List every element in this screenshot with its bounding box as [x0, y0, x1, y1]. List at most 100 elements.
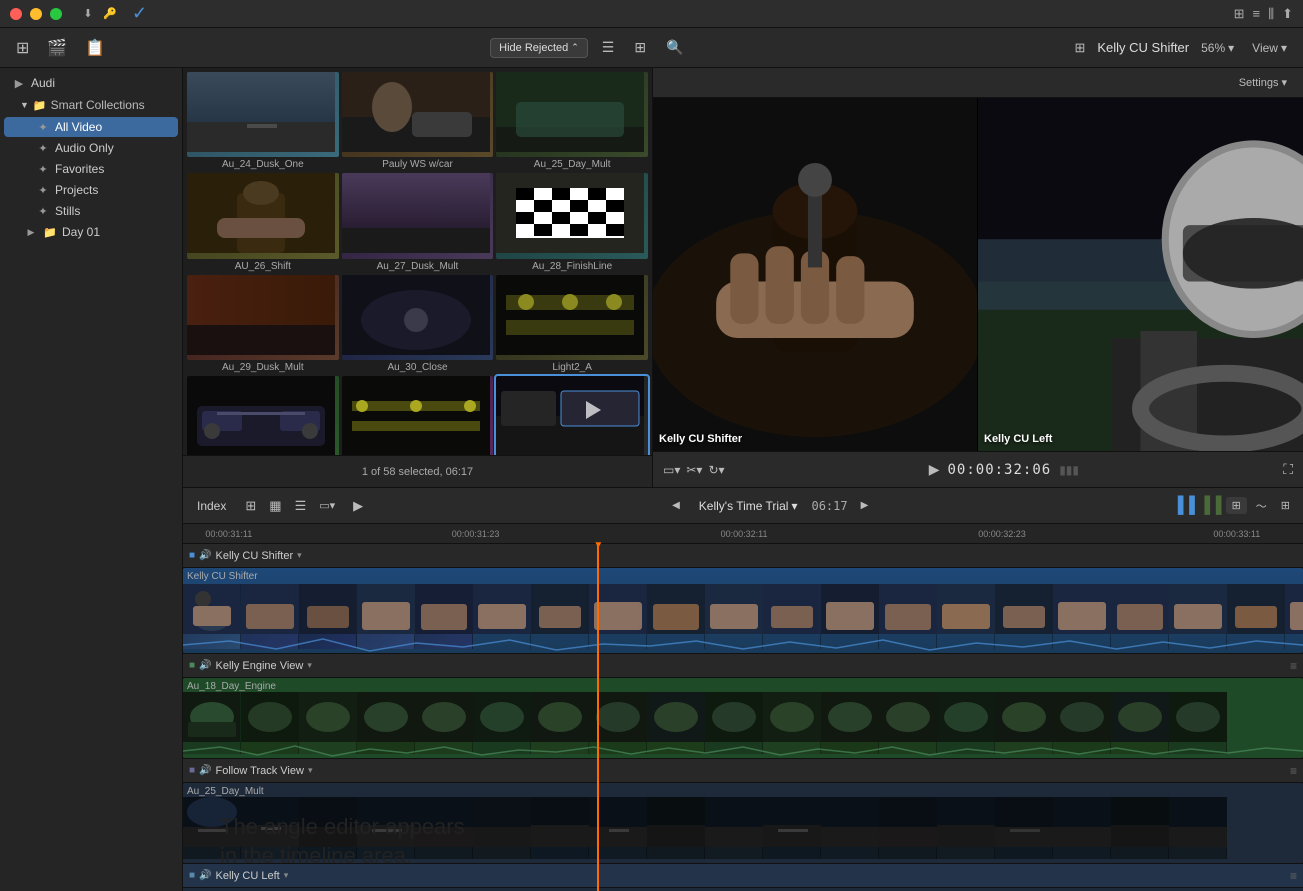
- timeline-settings-btn[interactable]: ⊞: [1276, 497, 1295, 514]
- clip-thumbnail: [187, 72, 339, 157]
- timeline-list-view[interactable]: ☰: [290, 496, 312, 516]
- settings-button[interactable]: Settings ▾: [1233, 73, 1293, 92]
- event-icon[interactable]: 🎬: [41, 35, 73, 61]
- nav-right-button[interactable]: ▶: [856, 498, 874, 513]
- nav-left-button[interactable]: ◀: [667, 498, 685, 513]
- zoom-control[interactable]: 56% ▾: [1195, 38, 1240, 58]
- sidebar-item-audio-only[interactable]: ✦ Audio Only: [4, 138, 178, 158]
- clip-item-clip8[interactable]: Au_30_Close: [342, 275, 494, 373]
- trim-tool[interactable]: ✂▾: [686, 463, 702, 477]
- titlebar: ⬇ 🔑 ✓ ⊞ ≡ ⫼ ⬆: [0, 0, 1303, 28]
- project-icon[interactable]: 📋: [79, 35, 111, 61]
- share-icon[interactable]: ⬆: [1282, 6, 1293, 22]
- timeline-filmstrip-view[interactable]: ▦: [264, 496, 286, 516]
- audio-only-label: Audio Only: [55, 141, 114, 155]
- timecode-display: 00:00:32:06: [947, 462, 1051, 478]
- track1-audio-icon: 🔊: [199, 550, 211, 561]
- track4-menu: ≡: [1290, 869, 1297, 883]
- folder-icon: ▶: [12, 77, 26, 90]
- project-name-button[interactable]: Kelly's Time Trial ▾: [693, 496, 804, 516]
- search-button[interactable]: 🔍: [660, 36, 689, 59]
- annotation-text: The angle editor appears in the timeline…: [220, 812, 465, 871]
- clip-thumbnail: [342, 275, 494, 360]
- clip-item-clip6[interactable]: Au_28_FinishLine: [496, 173, 648, 271]
- sidebar-item-day01[interactable]: ▶ 📁 Day 01: [4, 222, 178, 242]
- audio-waveform-btn[interactable]: 〜: [1251, 496, 1272, 516]
- day01-label: Day 01: [62, 225, 100, 239]
- download-icon[interactable]: ⬇: [80, 6, 96, 22]
- clip-item-clip3[interactable]: Au_25_Day_Mult: [496, 72, 648, 170]
- track4-name: Kelly CU Left: [216, 870, 280, 882]
- clip-thumbnail: [187, 376, 339, 455]
- sidebar-smart-collections[interactable]: ▼ 📁 Smart Collections: [0, 94, 182, 116]
- library-icon[interactable]: ⊞: [10, 35, 35, 61]
- minimize-button[interactable]: [30, 8, 42, 20]
- sidebar-audi-label: Audi: [31, 76, 55, 90]
- main-layout: ▶ Audi ▼ 📁 Smart Collections ✦ All Video…: [0, 68, 1303, 891]
- check-icon: ✓: [132, 3, 147, 24]
- list-view-icon[interactable]: ≡: [1253, 6, 1261, 21]
- ruler-mark-0: 00:00:31:11: [205, 529, 252, 539]
- clip-label: Au_25_Day_Mult: [496, 159, 648, 170]
- timeline-clip-view[interactable]: ⊞: [240, 496, 261, 516]
- fullscreen-button[interactable]: [50, 8, 62, 20]
- stills-icon: ✦: [36, 205, 50, 218]
- track1-clip-area[interactable]: Kelly CU Shifter: [183, 568, 1303, 653]
- track-kelly-cu-shifter: ■ 🔊 Kelly CU Shifter ▾ Kelly CU Shifter: [183, 544, 1303, 654]
- preview: Settings ▾: [653, 68, 1303, 487]
- zoom-in-btn[interactable]: ⊞: [1226, 497, 1247, 514]
- annotation-line2: in the timeline area.: [220, 841, 465, 871]
- clip-item-clip5[interactable]: Au_27_Dusk_Mult: [342, 173, 494, 271]
- clip-item-clip12[interactable]: Kelly's Time Trial: [496, 376, 648, 455]
- clip-label: AU_26_Shift: [187, 261, 339, 272]
- timeline-view-options[interactable]: ▭▾: [314, 497, 340, 514]
- track3-name: Follow Track View: [216, 765, 304, 777]
- clip-item-clip11[interactable]: Lights1_A: [342, 376, 494, 455]
- project-title: Kelly CU Shifter: [1097, 40, 1189, 55]
- track4-color-icon: ■: [189, 870, 195, 881]
- preview-left-panel: Kelly CU Shifter: [653, 98, 978, 451]
- retiming-tool[interactable]: ↻▾: [708, 463, 724, 477]
- clip-item-clip9[interactable]: Light2_A: [496, 275, 648, 373]
- sidebar-item-audi[interactable]: ▶ Audi: [4, 73, 178, 93]
- favorites-icon: ✦: [36, 163, 50, 176]
- preview-viewer[interactable]: Kelly CU Shifter: [653, 98, 1303, 451]
- view-menu-button[interactable]: View ▾: [1246, 38, 1293, 58]
- favorites-label: Favorites: [55, 162, 104, 176]
- clip-item-clip10[interactable]: Lights2_B: [187, 376, 339, 455]
- clip-item-clip1[interactable]: Au_24_Dusk_One: [187, 72, 339, 170]
- track2-header: ■ 🔊 Kelly Engine View ▾ ≡: [183, 654, 1303, 678]
- sidebar-item-stills[interactable]: ✦ Stills: [4, 201, 178, 221]
- play-timeline-button[interactable]: ▶: [348, 496, 368, 516]
- grid-switcher-icon[interactable]: ⊞: [1234, 6, 1245, 22]
- clip-thumbnail: [496, 275, 648, 360]
- play-button[interactable]: ▶: [929, 461, 940, 478]
- grid-view-toggle[interactable]: ⊞: [628, 36, 652, 59]
- clip-view-toggle[interactable]: ▭▾: [663, 463, 680, 477]
- sidebar-item-favorites[interactable]: ✦ Favorites: [4, 159, 178, 179]
- index-button[interactable]: Index: [191, 497, 232, 515]
- grid-layout-button[interactable]: ⊞: [1068, 37, 1091, 59]
- lock-icon[interactable]: 🔑: [102, 6, 118, 22]
- sidebar-item-all-video[interactable]: ✦ All Video: [4, 117, 178, 137]
- clip-thumbnail: [187, 275, 339, 360]
- track2-color-icon: ■: [189, 660, 195, 671]
- clip-item-clip4[interactable]: AU_26_Shift: [187, 173, 339, 271]
- ruler-mark-2: 00:00:32:11: [721, 529, 768, 539]
- column-view-icon[interactable]: ⫼: [1268, 6, 1274, 22]
- preview-settings: Settings ▾: [653, 68, 1303, 98]
- hide-rejected-button[interactable]: Hide Rejected ⌃: [490, 38, 588, 58]
- clip-item-clip2[interactable]: Pauly WS w/car: [342, 72, 494, 170]
- right-preview-label: Kelly CU Left: [984, 433, 1052, 445]
- left-preview-label: Kelly CU Shifter: [659, 433, 742, 445]
- fullscreen-preview-button[interactable]: ⛶: [1283, 461, 1293, 478]
- clip-thumbnail: [342, 72, 494, 157]
- track2-clip-area[interactable]: Au_18_Day_Engine: [183, 678, 1303, 758]
- timeline-timecode: 06:17: [811, 499, 847, 513]
- close-button[interactable]: [10, 8, 22, 20]
- list-view-toggle[interactable]: ☰: [596, 36, 621, 59]
- track-kelly-engine-view: ■ 🔊 Kelly Engine View ▾ ≡ Au_18_Day_Engi…: [183, 654, 1303, 759]
- sidebar-item-projects[interactable]: ✦ Projects: [4, 180, 178, 200]
- clip-item-clip7[interactable]: Au_29_Dusk_Mult: [187, 275, 339, 373]
- ruler-mark-4: 00:00:33:11: [1213, 529, 1260, 539]
